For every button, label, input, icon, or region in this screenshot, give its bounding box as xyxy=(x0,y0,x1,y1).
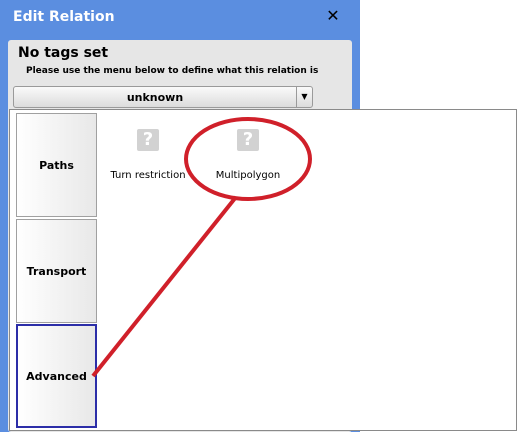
highlight-pointer-line xyxy=(91,195,238,378)
highlight-ellipse xyxy=(184,117,312,201)
annotation-overlay xyxy=(91,117,312,378)
